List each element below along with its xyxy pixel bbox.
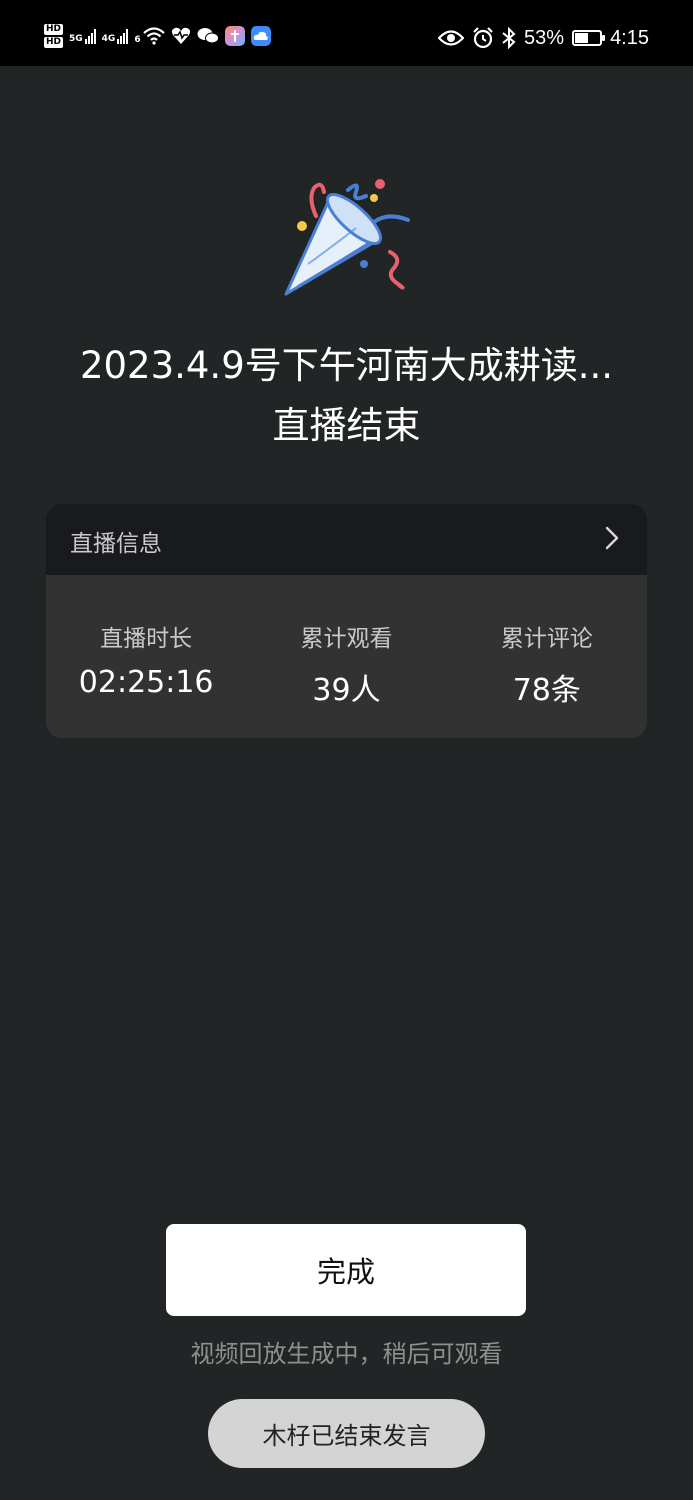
signal-5g: 5G (69, 28, 96, 44)
app-icon (224, 26, 245, 46)
hd-badges: HD HD (44, 24, 64, 48)
stat-duration: 直播时长 02:25:16 (46, 575, 246, 738)
party-popper-icon (284, 179, 410, 296)
cloud-icon (250, 26, 271, 46)
live-stats: 直播时长 02:25:16 累计观看 39人 累计评论 78条 (46, 575, 647, 738)
speech-ended-toast: 木杍已结束发言 (208, 1399, 485, 1468)
eye-icon (438, 30, 465, 46)
network-label-5g: 5G (69, 34, 83, 44)
stat-label: 累计观看 (300, 626, 393, 652)
status-bar: HD HD 5G 4G 6 53% 4:15 (0, 0, 693, 66)
live-title: 2023.4.9号下午河南大成耕读... (79, 344, 614, 387)
status-time: 4:15 (610, 26, 649, 49)
wifi-icon (142, 27, 165, 45)
hd-badge-2: HD (44, 37, 64, 48)
live-info-header[interactable]: 直播信息 (46, 504, 647, 575)
health-icon (171, 27, 190, 44)
stat-label: 累计评论 (500, 626, 593, 652)
stat-viewers: 累计观看 39人 (246, 575, 446, 738)
status-left: HD HD 5G 4G 6 (44, 18, 271, 54)
live-info-label: 直播信息 (70, 531, 162, 557)
replay-hint: 视频回放生成中，稍后可观看 (190, 1340, 503, 1368)
stat-label: 直播时长 (100, 626, 193, 652)
battery-percent: 53% (524, 26, 565, 49)
signal-4g: 4G (102, 28, 129, 44)
hd-badge-1: HD (44, 24, 64, 35)
live-info-card: 直播信息 直播时长 02:25:16 累计观看 39人 累计评论 78条 (46, 504, 647, 738)
live-ended-heading: 直播结束 (272, 404, 421, 447)
battery-icon (572, 30, 606, 46)
stat-value: 78条 (512, 673, 581, 708)
wifi-group: 6 (134, 27, 165, 45)
status-right: 53% 4:15 (438, 18, 649, 58)
stat-value: 39人 (312, 673, 381, 708)
bluetooth-icon (502, 27, 516, 49)
stat-value: 02:25:16 (78, 665, 214, 700)
battery-fill (575, 33, 588, 43)
alarm-icon (473, 27, 493, 49)
signal-icon (84, 28, 96, 44)
network-label-4g: 4G (101, 34, 116, 44)
wifi-label: 6 (134, 35, 141, 45)
stat-comments: 累计评论 78条 (447, 575, 647, 738)
done-button[interactable]: 完成 (166, 1224, 526, 1316)
signal-icon (117, 28, 129, 44)
wechat-icon (197, 28, 219, 44)
chevron-right-icon[interactable] (605, 526, 619, 550)
